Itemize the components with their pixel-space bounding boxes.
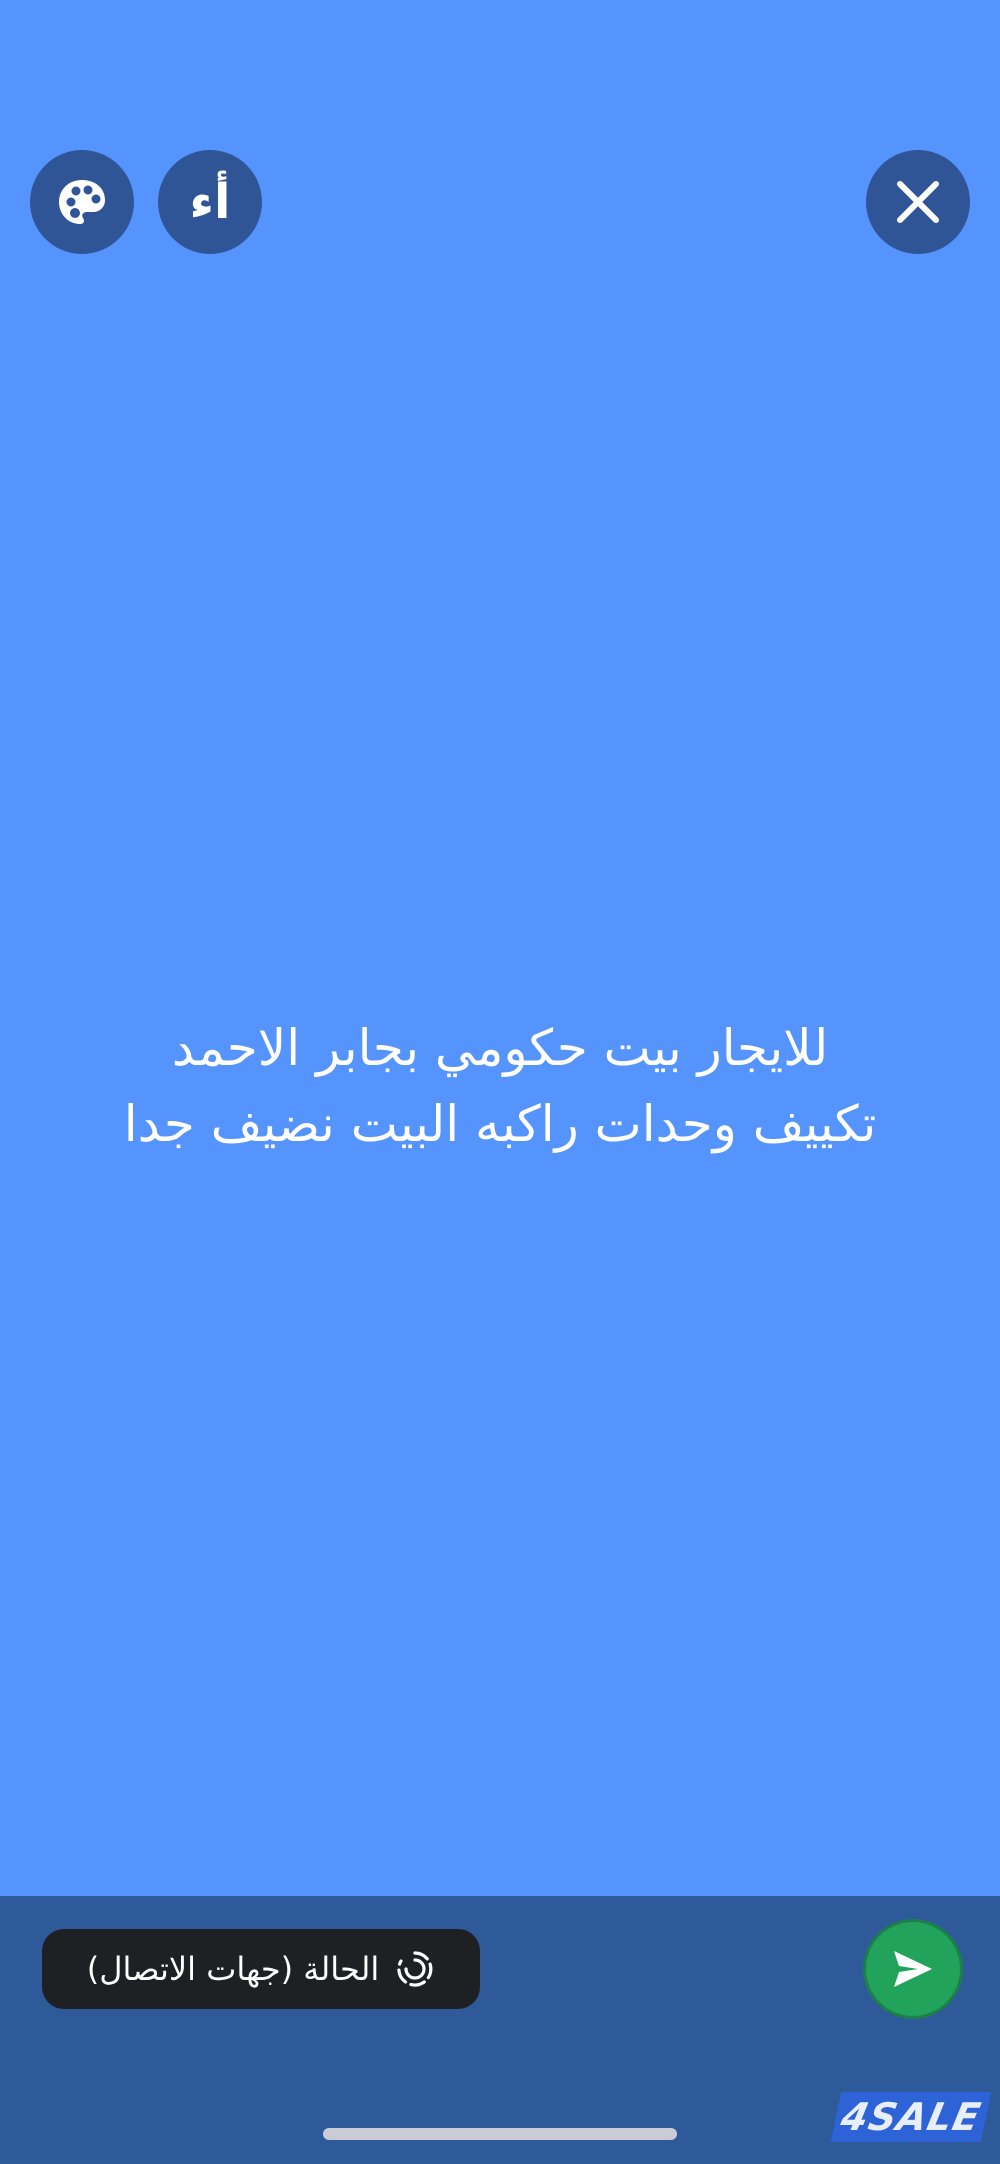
- font-style-glyph: أء: [189, 174, 231, 230]
- font-style-button[interactable]: أء: [158, 150, 262, 254]
- status-editor-screen: أء للايجار بيت حكومي بجابر الاحمد تكييف …: [0, 0, 1000, 2164]
- home-indicator[interactable]: [323, 2128, 677, 2140]
- status-text-line-2: تكييف وحدات راكبه البيت نضيف جدا: [123, 1095, 877, 1153]
- background-color-button[interactable]: [30, 150, 134, 254]
- send-icon: [894, 1951, 932, 1987]
- status-audience-label: الحالة (جهات الاتصال): [86, 1950, 380, 1988]
- close-button[interactable]: [866, 150, 970, 254]
- status-audience-button[interactable]: الحالة (جهات الاتصال): [42, 1929, 480, 2009]
- status-text[interactable]: للايجار بيت حكومي بجابر الاحمد تكييف وحد…: [40, 1010, 960, 1162]
- send-button[interactable]: [866, 1922, 960, 2016]
- palette-icon: [59, 180, 105, 224]
- status-text-line-1: للايجار بيت حكومي بجابر الاحمد: [171, 1019, 829, 1077]
- close-icon: [897, 181, 939, 223]
- status-ring-icon: [397, 1951, 433, 1987]
- watermark-logo: 4SALE: [830, 2092, 992, 2142]
- watermark-text: 4SALE: [837, 2095, 985, 2139]
